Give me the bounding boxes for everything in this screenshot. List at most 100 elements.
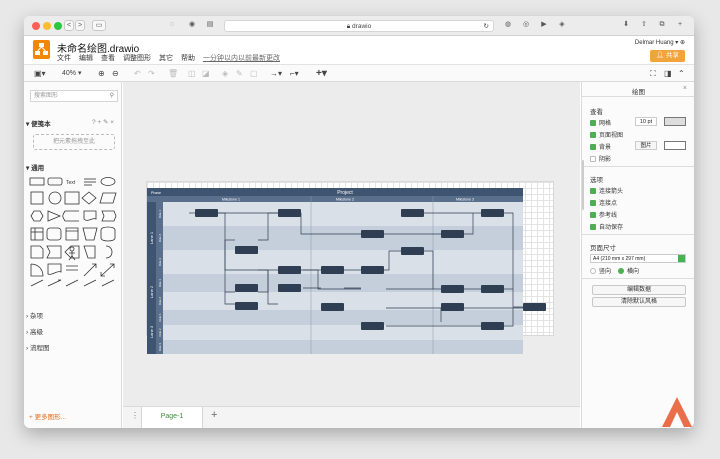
globe-icon[interactable]: ⊕ [680, 40, 685, 46]
shadow-option[interactable]: 阴影 [590, 154, 611, 163]
shape-search-input[interactable]: 搜索图形 ⚲ [30, 90, 118, 102]
flowchart-section-header[interactable]: › 流程图 [26, 342, 49, 352]
task-box [361, 230, 384, 238]
search-placeholder: 搜索图形 [34, 93, 59, 99]
format-panel-icon[interactable]: ◨ [664, 68, 672, 80]
connection-icon[interactable]: →▾ [270, 68, 282, 80]
menu-extras[interactable]: 其它 [159, 53, 173, 63]
general-section-header[interactable]: ▾ 通用 [26, 162, 44, 172]
redo-icon[interactable]: ↷ [148, 68, 155, 80]
background-image-button[interactable]: 图片 [635, 141, 657, 150]
collapse-icon[interactable]: ⌃ [678, 68, 685, 80]
delete-icon[interactable]: 🗑︎ [168, 68, 178, 80]
edit-data-button[interactable]: 编辑数据 [592, 285, 686, 295]
guides-checkbox[interactable] [590, 211, 596, 218]
portrait-radio[interactable] [590, 267, 596, 274]
share-sheet-icon[interactable]: ⇧ [638, 20, 650, 31]
panel-scrollbar[interactable] [582, 160, 584, 210]
background-option[interactable]: 背景 [590, 142, 611, 151]
menu-view[interactable]: 查看 [101, 53, 115, 63]
grid-option[interactable]: 网格 [590, 118, 611, 127]
extension2-icon[interactable]: ◎ [520, 20, 532, 31]
forward-button[interactable]: > [75, 20, 85, 31]
sidebar-icon[interactable]: ▭ [92, 20, 106, 31]
new-tab-icon[interactable]: + [674, 20, 686, 31]
scratchpad-tools-icon[interactable]: ? + ✎ × [92, 118, 114, 126]
grid-color-swatch[interactable] [664, 117, 686, 126]
autosave-checkbox[interactable] [590, 223, 596, 230]
menu-edit[interactable]: 编辑 [79, 53, 93, 63]
scratchpad-header[interactable]: ▾ 便笺本? + ✎ × [26, 118, 114, 128]
fill-color-icon[interactable]: ◈ [222, 68, 228, 80]
grid-size-input[interactable]: 10 pt [635, 117, 657, 126]
undo-icon[interactable]: ↶ [134, 68, 141, 80]
shadow-icon[interactable]: ▢ [250, 68, 258, 80]
extension-icon[interactable]: ◍ [502, 20, 514, 31]
close-window-button[interactable] [32, 22, 40, 30]
page-tab-1[interactable]: Page-1 [141, 407, 203, 428]
search-icon[interactable]: ⚲ [110, 91, 114, 101]
menu-arrange[interactable]: 调整图形 [123, 53, 151, 63]
app-window: < > ▭ ◌ ◉ ▤ 🔒︎ drawio ↻ ◍ ◎ ▶ ◈ ⬇ ⇧ ⧉ + 未… [24, 16, 694, 428]
line-color-icon[interactable]: ✎ [236, 68, 243, 80]
zoom-select[interactable]: 40% ▾ [62, 68, 81, 80]
connection-arrows-option[interactable]: 连接箭头 [590, 186, 623, 195]
save-status[interactable]: 一分钟以内以前最新更改 [203, 53, 280, 63]
rss-icon[interactable]: ◌ [166, 20, 178, 31]
diagram-canvas[interactable]: Project Phase Milestone 1 Milestone 2 Mi… [123, 82, 580, 422]
to-front-icon[interactable]: ◫ [188, 68, 196, 80]
pages-menu-icon[interactable]: ⋮ [131, 411, 139, 420]
add-page-button[interactable]: + [211, 409, 217, 421]
background-label: 背景 [599, 145, 612, 151]
reload-icon[interactable]: ↻ [484, 21, 489, 32]
diagram-tab[interactable]: 绘图 [582, 86, 694, 96]
autosave-option[interactable]: 自动保存 [590, 222, 623, 231]
address-bar[interactable]: 🔒︎ drawio ↻ [224, 20, 494, 32]
guides-option[interactable]: 参考线 [590, 210, 617, 219]
connection-points-checkbox[interactable] [590, 199, 596, 206]
reader-icon[interactable]: ▤ [204, 20, 216, 31]
general-shapes-grid[interactable]: Text [28, 176, 120, 288]
menu-help[interactable]: 帮助 [181, 53, 195, 63]
task-box [401, 209, 424, 217]
menu-file[interactable]: 文件 [57, 53, 71, 63]
download-icon[interactable]: ⬇ [620, 20, 632, 31]
more-shapes-link[interactable]: + 更多图形... [29, 411, 66, 421]
advanced-section-header[interactable]: › 高级 [26, 326, 43, 336]
privacy-icon[interactable]: ◉ [186, 20, 198, 31]
fullscreen-icon[interactable]: ⛶ [650, 68, 656, 80]
background-checkbox[interactable] [590, 143, 596, 150]
connection-arrows-checkbox[interactable] [590, 187, 596, 194]
zoom-in-icon[interactable]: ⊕ [98, 68, 105, 80]
tabs-overview-icon[interactable]: ⧉ [656, 20, 668, 31]
user-menu[interactable]: Delmar Huang ▾ ⊕ [635, 39, 685, 46]
zoom-window-button[interactable] [54, 22, 62, 30]
page-view-option[interactable]: 页面视图 [590, 130, 623, 139]
minimize-window-button[interactable] [43, 22, 51, 30]
scratchpad-dropzone[interactable]: 把元素拖拽至此 [33, 134, 115, 150]
shadow-checkbox[interactable] [590, 155, 596, 162]
swimlane-diagram[interactable]: Project Phase Milestone 1 Milestone 2 Mi… [123, 82, 580, 422]
task-box [361, 266, 384, 274]
paper-size-select[interactable]: A4 (210 mm x 297 mm) [590, 254, 686, 263]
share-button[interactable]: 👤︎ 共享 [650, 50, 685, 62]
extension4-icon[interactable]: ◈ [556, 20, 568, 31]
background-color-swatch[interactable] [664, 141, 686, 150]
landscape-radio[interactable] [618, 267, 625, 274]
close-panel-icon[interactable]: × [683, 85, 687, 92]
grid-checkbox[interactable] [590, 119, 596, 126]
misc-section-header[interactable]: › 杂项 [26, 310, 43, 320]
page-view-icon[interactable]: ▣▾ [34, 68, 46, 80]
insert-icon[interactable]: +▾ [316, 68, 327, 80]
connection-points-option[interactable]: 连接点 [590, 198, 617, 207]
task-box [278, 209, 301, 217]
waypoints-icon[interactable]: ⌐▾ [290, 68, 299, 80]
zoom-out-icon[interactable]: ⊖ [112, 68, 119, 80]
page-view-checkbox[interactable] [590, 131, 596, 138]
diagram-title: Project [337, 190, 353, 196]
page-view-label: 页面视图 [599, 133, 624, 139]
clear-default-style-button[interactable]: 清除默认风格 [592, 297, 686, 307]
extension3-icon[interactable]: ▶ [538, 20, 550, 31]
back-button[interactable]: < [64, 20, 74, 31]
to-back-icon[interactable]: ◪ [202, 68, 210, 80]
